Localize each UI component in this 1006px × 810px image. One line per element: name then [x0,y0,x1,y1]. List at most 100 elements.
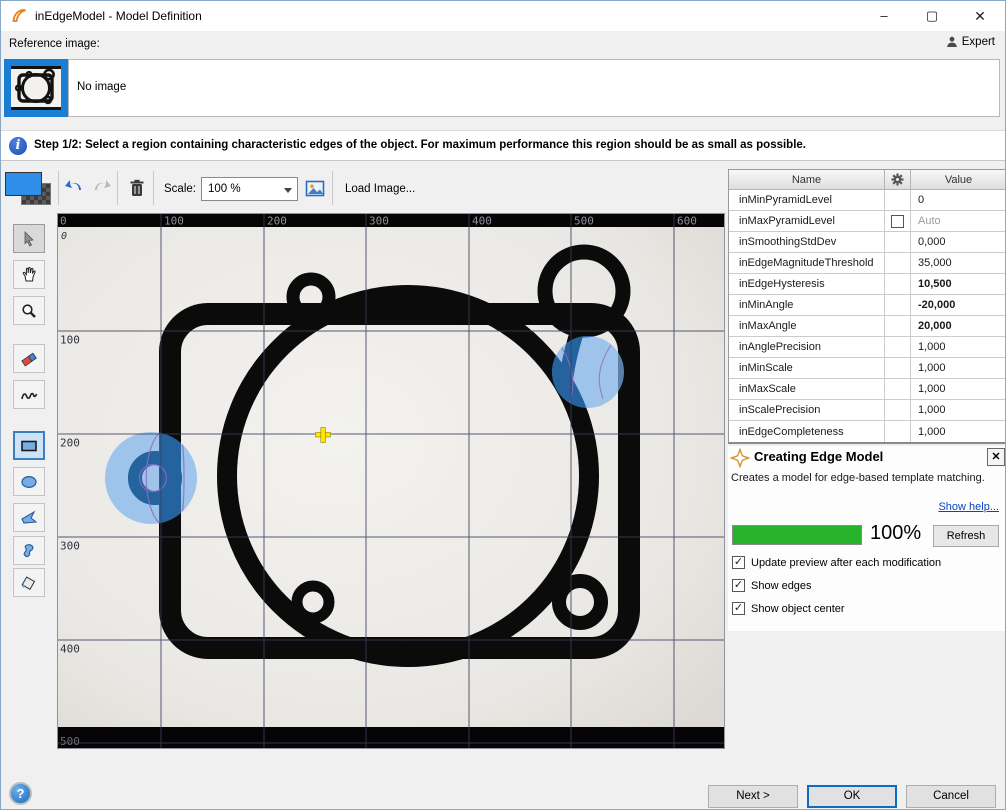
blob-icon [21,543,37,559]
zoom-tool-button[interactable] [13,296,45,325]
checkbox-checked[interactable]: ✓ [732,579,745,592]
gear-icon [891,173,904,186]
param-value-input[interactable]: 1,000 [911,337,1006,357]
star-icon [730,448,750,468]
eraser-icon [20,351,38,367]
param-value-input[interactable]: 35,000 [911,253,1006,273]
param-row[interactable]: inMaxScale 1,000 [729,379,1006,400]
gear-column-header[interactable] [885,170,911,189]
eraser-tool-button[interactable] [13,344,45,373]
param-value-input[interactable]: 1,000 [911,358,1006,378]
param-value-input[interactable]: 10,500 [911,274,1006,294]
param-row[interactable]: inMinPyramidLevel 0 [729,190,1006,211]
refresh-button[interactable]: Refresh [933,525,999,547]
region-color [5,172,42,196]
gasket-thumbnail-image [11,66,61,110]
param-row[interactable]: inEdgeMagnitudeThreshold 35,000 [729,253,1006,274]
canvas-toolbar: Scale: 100 % Load Image... [1,162,728,213]
region-color-swatch[interactable] [5,172,51,205]
info-bar: i Step 1/2: Select a region containing c… [1,130,1006,161]
svg-text:400: 400 [472,215,492,228]
cursor-icon [21,231,37,247]
param-row[interactable]: inEdgeHysteresis 10,500 [729,274,1006,295]
paint-bucket-icon [20,575,38,591]
help-button[interactable]: ? [9,782,32,805]
param-row[interactable]: inMaxPyramidLevel Auto [729,211,1006,232]
svg-text:400: 400 [60,643,80,656]
param-value-input[interactable]: 1,000 [911,400,1006,420]
hand-icon [21,266,38,283]
undo-button[interactable] [63,176,87,200]
magnifier-icon [21,303,37,319]
reference-thumbnail-selected[interactable] [4,59,68,117]
checkbox-checked[interactable]: ✓ [732,602,745,615]
show-help-link[interactable]: Show help... [938,501,999,513]
param-value-input[interactable]: 0,000 [911,232,1006,252]
svg-text:500: 500 [574,215,594,228]
value-column-header[interactable]: Value [911,170,1006,189]
ellipse-region-tool-button[interactable] [13,467,45,496]
param-row[interactable]: inSmoothingStdDev 0,000 [729,232,1006,253]
param-value-input[interactable]: 1,000 [911,421,1006,442]
freehand-tool-button[interactable] [13,380,45,409]
minimize-button[interactable]: – [861,1,907,31]
option-show-edges[interactable]: ✓ Show edges [732,579,812,592]
svg-text:0: 0 [60,215,67,228]
param-row[interactable]: inEdgeCompleteness 1,000 [729,421,1006,442]
fill-tool-button[interactable] [13,568,45,597]
svg-text:300: 300 [369,215,389,228]
polygon-icon [20,510,38,525]
param-value-input[interactable]: Auto [911,211,1006,231]
option-update-preview[interactable]: ✓ Update preview after each modification [732,556,941,569]
delete-region-button[interactable] [125,176,149,200]
param-row[interactable]: inAnglePrecision 1,000 [729,337,1006,358]
polygon-region-tool-button[interactable] [13,503,45,532]
reference-image-list[interactable]: No image [68,59,1000,117]
maximize-button[interactable]: ▢ [909,1,955,31]
progress-bar [732,525,862,545]
ellipse-icon [20,475,38,489]
svg-text:200: 200 [60,437,80,450]
param-value-input[interactable]: -20,000 [911,295,1006,315]
close-help-panel-button[interactable]: ✕ [987,448,1005,466]
param-value-input[interactable]: 20,000 [911,316,1006,336]
save-view-image-button[interactable] [304,178,326,200]
redo-button[interactable] [89,176,113,200]
scribble-icon [20,387,38,403]
load-image-button[interactable]: Load Image... [335,177,425,202]
close-button[interactable]: ✕ [957,1,1003,31]
svg-text:100: 100 [60,334,80,347]
person-icon [946,36,958,48]
next-button[interactable]: Next > [708,785,798,808]
rectangle-region-tool-button[interactable] [13,431,45,460]
expert-mode-toggle[interactable]: Expert [946,36,995,48]
freeform-region-tool-button[interactable] [13,536,45,565]
app-logo-icon [11,7,29,25]
selection-tool-button[interactable] [13,224,45,253]
param-row[interactable]: inScalePrecision 1,000 [729,400,1006,421]
parameter-table: Name Value inMinPyramidLevel 0 inMaxPyra… [728,169,1006,444]
ok-button[interactable]: OK [807,785,897,808]
scale-value: 100 % [208,183,241,195]
title-bar: inEdgeModel - Model Definition – ▢ ✕ [1,1,1006,31]
image-canvas[interactable]: 0 100 200 300 400 500 600 100 200 300 40… [57,213,725,749]
name-column-header[interactable]: Name [729,170,885,189]
no-image-label: No image [77,81,126,93]
checkbox-checked[interactable]: ✓ [732,556,745,569]
option-show-object-center[interactable]: ✓ Show object center [732,602,845,615]
param-row[interactable]: inMinScale 1,000 [729,358,1006,379]
param-row[interactable]: inMaxAngle 20,000 [729,316,1006,337]
svg-text:200: 200 [267,215,287,228]
cancel-button[interactable]: Cancel [906,785,996,808]
preview-image: 0 100 200 300 400 500 600 100 200 300 40… [58,214,724,748]
auto-checkbox[interactable] [891,215,904,228]
pan-tool-button[interactable] [13,260,45,289]
filter-title: Creating Edge Model [754,449,883,464]
scale-select[interactable]: 100 % [201,177,298,201]
filter-help-panel: Creating Edge Model ✕ Creates a model fo… [728,446,1006,631]
expert-label: Expert [962,36,995,48]
param-value-input[interactable]: 0 [911,190,1006,210]
param-row[interactable]: inMinAngle -20,000 [729,295,1006,316]
param-value-input[interactable]: 1,000 [911,379,1006,399]
reference-header: Reference image: Expert [1,31,1006,57]
